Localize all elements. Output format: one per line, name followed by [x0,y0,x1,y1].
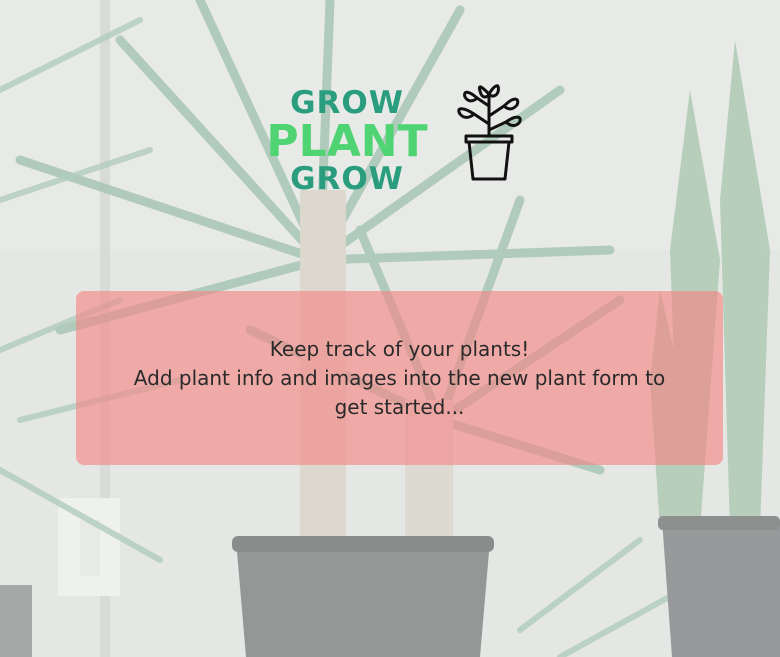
potted-plant-icon [457,84,522,181]
logo-word-plant: PLANT [266,116,428,167]
logo-word-grow-top: GROW [290,85,404,121]
logo-word-grow-bottom: GROW [290,161,404,197]
welcome-message-heading: Keep track of your plants! [269,336,530,361]
app-logo[interactable]: GROW PLANT GROW [262,84,552,198]
welcome-message-box: Keep track of your plants! Add plant inf… [76,291,723,465]
welcome-message-instructions: Add plant info and images into the new p… [133,365,666,419]
